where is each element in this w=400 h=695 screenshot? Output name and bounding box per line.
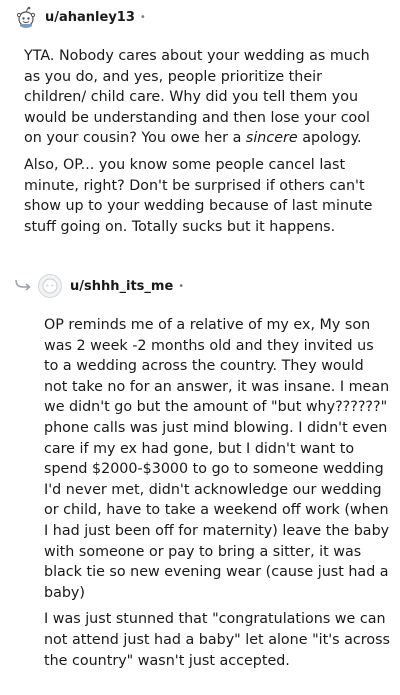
comment-body: YTA. Nobody cares about your wedding as … bbox=[24, 46, 384, 243]
snoo-avatar-icon[interactable] bbox=[15, 6, 37, 28]
separator-dot: • bbox=[178, 280, 185, 292]
comment-paragraph: YTA. Nobody cares about your wedding as … bbox=[24, 48, 371, 147]
comment-author[interactable]: u/ahanley13 bbox=[45, 10, 135, 25]
separator-dot: • bbox=[139, 11, 146, 23]
comment-paragraph: I was just stunned that "congratulations… bbox=[44, 611, 390, 669]
reply-arrow-icon bbox=[14, 277, 38, 296]
comment-paragraph: OP reminds me of a relative of my ex, My… bbox=[44, 317, 390, 601]
reply-body: OP reminds me of a relative of my ex, My… bbox=[44, 315, 390, 677]
emphasis-text: sincere bbox=[245, 130, 298, 147]
comment-paragraph: Also, OP... you know some people cancel … bbox=[24, 156, 373, 235]
default-avatar-icon[interactable] bbox=[38, 274, 62, 298]
comment-author[interactable]: u/shhh_its_me bbox=[70, 279, 173, 294]
comment-header: u/ahanley13 • bbox=[15, 4, 146, 30]
reply-header: u/shhh_its_me • bbox=[14, 272, 184, 300]
